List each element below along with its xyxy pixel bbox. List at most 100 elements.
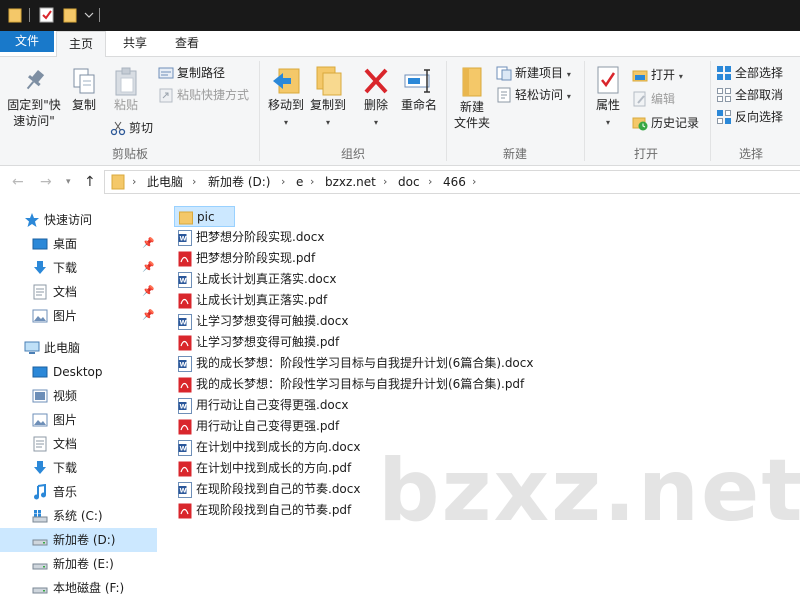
chevron-right-icon[interactable]: › (428, 171, 432, 193)
rename-button[interactable]: 重命名 (398, 65, 440, 113)
pdf-icon (178, 461, 192, 477)
copy-path-button[interactable]: 复制路径 (158, 63, 225, 83)
svg-text:W: W (180, 445, 187, 453)
file-name: 让成长计划真正落实.docx (196, 272, 337, 286)
sidebar-item-label: Desktop (53, 365, 103, 379)
breadcrumb-drive-d[interactable]: 新加卷 (D:) (208, 171, 270, 193)
copy-to-label: 复制到 (309, 98, 346, 112)
open-folder-icon (632, 70, 648, 81)
pin-icon[interactable]: 📌 (142, 304, 154, 328)
chevron-right-icon[interactable]: › (132, 171, 136, 193)
breadcrumb-e[interactable]: e (296, 171, 303, 193)
word-document-icon: W (178, 314, 192, 330)
move-to-button[interactable]: 移动到 ▾ (264, 65, 308, 131)
sidebar-item-desktop-folder[interactable]: Desktop (0, 360, 157, 384)
paste-shortcut-button[interactable]: 粘贴快捷方式 (158, 85, 249, 105)
document-icon (33, 284, 47, 300)
copy-to-button[interactable]: 复制到 ▾ (306, 65, 350, 131)
properties-button[interactable]: 属性 ▾ (590, 65, 626, 131)
new-folder-icon[interactable] (63, 7, 77, 23)
new-folder-button[interactable]: 新建 文件夹 (450, 65, 494, 131)
delete-button[interactable]: 删除 ▾ (358, 65, 394, 131)
sidebar-item-music[interactable]: 音乐 (0, 480, 157, 504)
chevron-right-icon[interactable]: › (310, 171, 314, 193)
sidebar-item-videos[interactable]: 视频 (0, 384, 157, 408)
sidebar-item-desktop[interactable]: 桌面 📌 (0, 232, 157, 256)
pdf-icon (178, 293, 192, 309)
forward-arrow-icon[interactable]: → (40, 174, 52, 190)
address-bar[interactable]: › 此电脑 › 新加卷 (D:) › e › bzxz.net › doc › … (104, 170, 800, 194)
title-bar (0, 0, 800, 31)
sidebar-item-drive-f[interactable]: 本地磁盘 (F:) (0, 576, 157, 600)
select-all-button[interactable]: 全部选择 (716, 63, 783, 83)
invert-selection-button[interactable]: 反向选择 (716, 107, 783, 127)
sidebar-item-quick-access[interactable]: 快速访问 (0, 208, 157, 232)
paste-shortcut-icon (159, 88, 173, 102)
sidebar-item-pictures-pc[interactable]: 图片 (0, 408, 157, 432)
tab-view[interactable]: 查看 (164, 31, 210, 57)
rename-label: 重命名 (400, 98, 437, 112)
list-item-folder[interactable]: pic (174, 206, 235, 227)
sidebar-item-downloads-pc[interactable]: 下载 (0, 456, 157, 480)
sidebar-item-label: 文档 (53, 285, 78, 299)
history-button[interactable]: 历史记录 (632, 113, 699, 133)
copy-path-label: 复制路径 (177, 66, 226, 80)
desktop-icon (32, 366, 48, 378)
tab-share[interactable]: 共享 (112, 31, 158, 57)
sidebar-item-label: 下载 (53, 261, 78, 275)
navigation-pane: 快速访问 桌面 📌 下载 📌 文档 📌 图片 📌 此电脑 Desktop 视频 … (0, 198, 157, 600)
edit-button[interactable]: 编辑 (632, 89, 675, 109)
cut-label: 剪切 (129, 121, 154, 135)
copy-button[interactable]: 复制 (66, 67, 102, 113)
file-name: 在现阶段找到自己的节奏.docx (196, 482, 361, 496)
new-item-button[interactable]: 新建项目 ▾ (496, 63, 571, 83)
copy-path-icon (158, 67, 174, 78)
select-none-button[interactable]: 全部取消 (716, 85, 783, 105)
open-button[interactable]: 打开 ▾ (632, 65, 683, 85)
recent-locations-icon[interactable]: ▾ (66, 177, 71, 187)
sidebar-item-drive-c[interactable]: 系统 (C:) (0, 504, 157, 528)
easy-access-button[interactable]: 轻松访问 ▾ (496, 85, 571, 105)
back-arrow-icon[interactable]: ← (12, 174, 24, 190)
music-note-icon (34, 484, 46, 500)
dropdown-arrow-icon: ▾ (325, 118, 330, 127)
file-name: 把梦想分阶段实现.docx (196, 230, 325, 244)
chevron-right-icon[interactable]: › (383, 171, 387, 193)
chevron-down-icon[interactable] (84, 11, 94, 19)
sidebar-item-label: 文档 (53, 437, 78, 451)
pin-icon[interactable]: 📌 (142, 232, 154, 256)
file-name: 在现阶段找到自己的节奏.pdf (196, 503, 352, 517)
sidebar-item-drive-d[interactable]: 新加卷 (D:) (0, 528, 157, 552)
sidebar-item-label: 系统 (C:) (53, 509, 103, 523)
sidebar-item-downloads[interactable]: 下载 📌 (0, 256, 157, 280)
sidebar-item-pictures[interactable]: 图片 📌 (0, 304, 157, 328)
sidebar-item-label: 音乐 (53, 485, 78, 499)
folder-icon (179, 211, 193, 225)
cut-button[interactable]: 剪切 (110, 118, 153, 138)
breadcrumb-this-pc[interactable]: 此电脑 (147, 171, 183, 193)
paste-button[interactable]: 粘贴 (108, 67, 144, 113)
drive-icon (32, 563, 48, 570)
clipboard-icon (115, 67, 137, 96)
open-group-label: 打开 (633, 147, 658, 161)
sidebar-item-documents-pc[interactable]: 文档 (0, 432, 157, 456)
breadcrumb-bzxz[interactable]: bzxz.net (325, 171, 376, 193)
chevron-right-icon[interactable]: › (472, 171, 476, 193)
breadcrumb-466[interactable]: 466 (443, 171, 466, 193)
chevron-right-icon[interactable]: › (192, 171, 196, 193)
tab-file[interactable]: 文件 (0, 31, 54, 52)
sidebar-item-documents[interactable]: 文档 📌 (0, 280, 157, 304)
up-arrow-icon[interactable]: ↑ (84, 174, 96, 190)
breadcrumb-doc[interactable]: doc (398, 171, 420, 193)
drive-icon (32, 539, 48, 546)
sidebar-item-label: 图片 (53, 309, 78, 323)
pin-icon[interactable]: 📌 (142, 256, 154, 280)
tab-home[interactable]: 主页 (56, 31, 106, 58)
sidebar-item-drive-e[interactable]: 新加卷 (E:) (0, 552, 157, 576)
properties-icon[interactable] (39, 7, 55, 23)
pin-quick-access-button[interactable]: 固定到"快 速访问" (4, 67, 64, 129)
chevron-right-icon[interactable]: › (281, 171, 285, 193)
pin-icon[interactable]: 📌 (142, 280, 154, 304)
file-name: 我的成长梦想：阶段性学习目标与自我提升计划(6篇合集).docx (196, 356, 534, 370)
sidebar-item-this-pc[interactable]: 此电脑 (0, 336, 157, 360)
